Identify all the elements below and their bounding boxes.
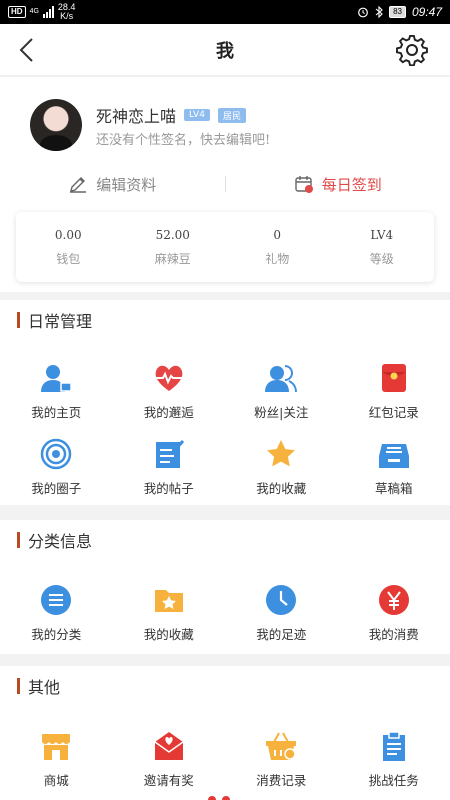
menu-spending-records[interactable]: 消费记录 <box>225 730 338 800</box>
heartbeat-icon <box>155 365 183 391</box>
yuan-icon <box>378 585 409 615</box>
daily-grid: 我的主页 我的邂逅 粉丝|关注 红包记录 我的圈子 我的帖子 我的收藏 草稿箱 <box>0 362 450 514</box>
pencil-icon <box>70 177 87 193</box>
page-indicator <box>208 796 230 800</box>
menu-challenge-tasks[interactable]: 挑战任务 <box>338 730 450 800</box>
back-arrow-icon[interactable] <box>14 36 42 64</box>
section-title: 分类信息 <box>17 530 92 551</box>
edit-profile-button[interactable]: 编辑资料 <box>0 174 225 195</box>
stat-value: 0 <box>273 227 282 242</box>
profile-card: 死神恋上喵 LV4 居民 还没有个性签名，快去编辑吧! 编辑资料 每日签到 0.… <box>0 77 450 292</box>
stat-beans[interactable]: 52.00 麻辣豆 <box>121 212 226 282</box>
stats-card: 0.00 钱包 52.00 麻辣豆 0 礼物 LV4 等级 <box>16 212 434 282</box>
stat-gifts[interactable]: 0 礼物 <box>225 212 330 282</box>
stat-wallet[interactable]: 0.00 钱包 <box>16 212 121 282</box>
menu-invite-rewards[interactable]: 邀请有奖 <box>113 730 226 800</box>
stat-label: 麻辣豆 <box>154 251 191 266</box>
level-badge: LV4 <box>184 109 210 121</box>
section-title: 其他 <box>17 676 60 697</box>
other-grid: 商城 邀请有奖 消费记录 挑战任务 <box>0 730 450 800</box>
menu-label: 我的足迹 <box>256 627 307 642</box>
role-badge: 居民 <box>217 107 246 123</box>
stat-label: 等级 <box>369 251 394 266</box>
daily-checkin-label: 每日签到 <box>321 175 382 194</box>
profile-actions: 编辑资料 每日签到 <box>0 169 450 199</box>
home-person-icon <box>41 365 72 392</box>
avatar[interactable] <box>30 99 82 151</box>
menu-label: 红包记录 <box>368 405 419 420</box>
menu-my-spending[interactable]: 我的消费 <box>338 584 450 660</box>
folder-star-icon <box>154 590 183 612</box>
menu-fans-follow[interactable]: 粉丝|关注 <box>225 362 338 438</box>
menu-label: 我的邂逅 <box>143 405 194 420</box>
stat-value: 52.00 <box>155 227 190 242</box>
menu-label: 商城 <box>43 773 69 788</box>
alarm-icon <box>358 7 368 18</box>
stat-level[interactable]: LV4 等级 <box>330 212 435 282</box>
menu-label: 我的主页 <box>31 405 82 420</box>
top-nav-bar: 我 <box>0 24 450 76</box>
post-icon <box>155 440 184 468</box>
clock-icon <box>266 585 297 615</box>
status-bar: HD 4G 28.4 K/s 83 09:47 <box>0 0 450 24</box>
bluetooth-icon <box>375 6 383 18</box>
hd-indicator: HD <box>8 6 26 18</box>
menu-my-footprints[interactable]: 我的足迹 <box>225 584 338 660</box>
edit-profile-label: 编辑资料 <box>96 175 157 194</box>
username: 死神恋上喵 <box>96 107 177 126</box>
shop-icon <box>42 734 71 760</box>
menu-label: 我的圈子 <box>31 481 82 496</box>
basket-icon <box>266 732 297 760</box>
menu-my-encounters[interactable]: 我的邂逅 <box>113 362 226 438</box>
menu-my-posts[interactable]: 我的帖子 <box>113 438 226 514</box>
category-grid: 我的分类 我的收藏 我的足迹 我的消费 <box>0 584 450 660</box>
menu-my-homepage[interactable]: 我的主页 <box>0 362 113 438</box>
red-packet-icon <box>381 364 406 392</box>
calendar-icon <box>295 176 313 193</box>
section-other: 其他 商城 邀请有奖 消费记录 挑战任务 <box>0 666 450 800</box>
menu-category-favorites[interactable]: 我的收藏 <box>113 584 226 660</box>
invite-mail-icon <box>154 732 184 760</box>
section-category: 分类信息 我的分类 我的收藏 我的足迹 我的消费 <box>0 520 450 654</box>
section-title: 日常管理 <box>17 310 92 331</box>
menu-label: 我的帖子 <box>143 481 194 496</box>
stat-value: LV4 <box>370 227 394 242</box>
battery-icon: 83 <box>389 6 406 18</box>
menu-label: 我的收藏 <box>143 627 194 642</box>
stat-value: 0.00 <box>54 227 82 242</box>
signal-icon <box>42 6 54 18</box>
menu-my-categories[interactable]: 我的分类 <box>0 584 113 660</box>
fans-icon <box>265 365 298 393</box>
section-daily: 日常管理 我的主页 我的邂逅 粉丝|关注 红包记录 我的圈子 我的帖子 我的收藏… <box>0 300 450 505</box>
menu-label: 消费记录 <box>256 773 307 788</box>
category-list-icon <box>41 585 72 615</box>
stat-label: 礼物 <box>265 251 290 266</box>
menu-label: 我的消费 <box>368 627 419 642</box>
network-speed: 28.4 K/s <box>57 2 76 21</box>
gear-icon[interactable] <box>396 34 428 66</box>
menu-my-circles[interactable]: 我的圈子 <box>0 438 113 514</box>
network-type: 4G <box>29 8 39 15</box>
menu-label: 粉丝|关注 <box>254 405 309 420</box>
menu-label: 我的分类 <box>31 627 82 642</box>
profile-name-row: 死神恋上喵 LV4 居民 <box>96 103 246 127</box>
star-icon <box>267 440 296 467</box>
menu-label: 我的收藏 <box>256 481 307 496</box>
menu-red-packet-records[interactable]: 红包记录 <box>338 362 450 438</box>
menu-label: 邀请有奖 <box>143 773 194 788</box>
menu-draft-box[interactable]: 草稿箱 <box>338 438 450 514</box>
page-title: 我 <box>216 40 234 62</box>
signature-text: 还没有个性签名，快去编辑吧! <box>96 133 271 148</box>
circle-icon <box>41 438 72 470</box>
daily-checkin-button[interactable]: 每日签到 <box>226 174 450 195</box>
menu-label: 挑战任务 <box>368 773 419 788</box>
menu-shop[interactable]: 商城 <box>0 730 113 800</box>
menu-label: 草稿箱 <box>374 481 413 496</box>
task-clipboard-icon <box>382 731 405 761</box>
clock-time: 09:47 <box>411 5 442 19</box>
draft-box-icon <box>378 444 409 468</box>
stat-label: 钱包 <box>56 251 81 266</box>
menu-my-favorites[interactable]: 我的收藏 <box>225 438 338 514</box>
